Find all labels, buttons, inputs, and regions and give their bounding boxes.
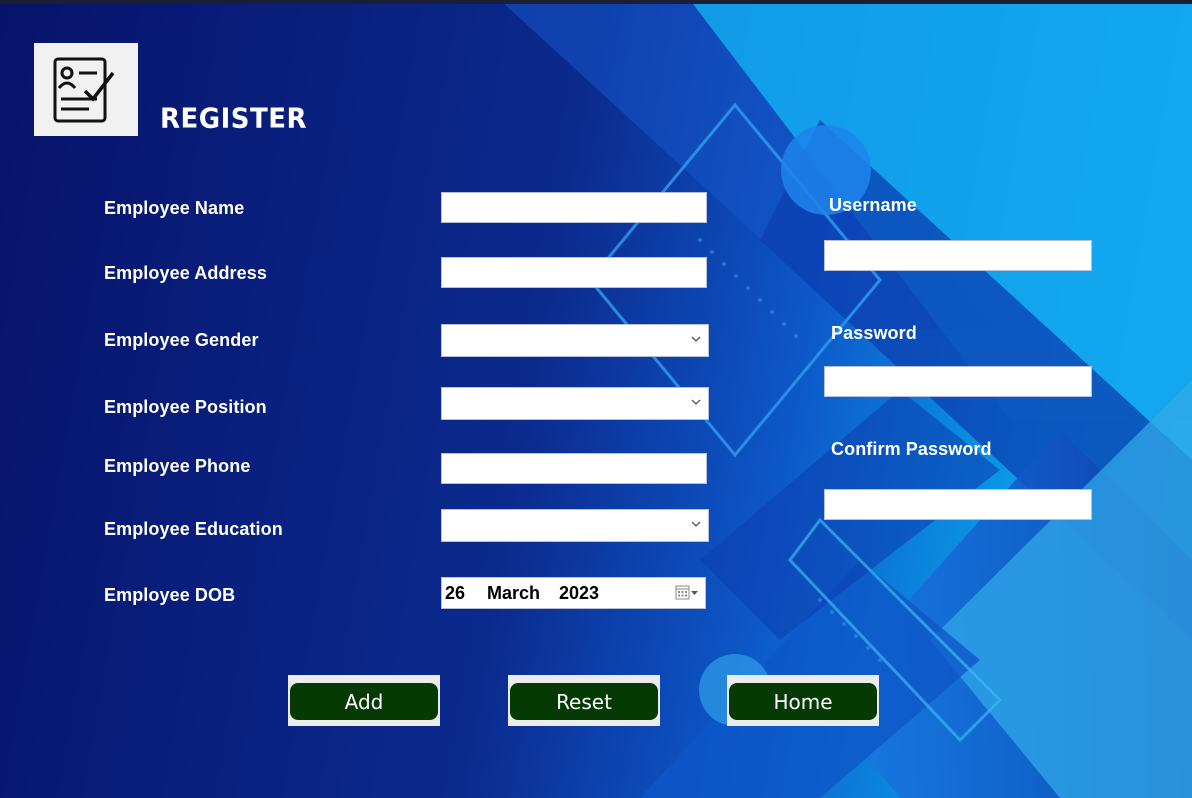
password-label: Password	[831, 323, 917, 343]
page-title: REGISTER	[160, 103, 308, 135]
employee-dob-picker[interactable]: 26 March 2023	[441, 577, 706, 609]
chevron-down-icon	[691, 336, 701, 342]
home-button-frame: Home	[727, 675, 879, 726]
add-button-frame: Add	[288, 675, 440, 726]
add-button[interactable]: Add	[290, 683, 438, 720]
username-label: Username	[829, 195, 917, 215]
employee-name-input[interactable]	[441, 192, 707, 223]
calendar-icon[interactable]	[675, 585, 699, 601]
employee-gender-select[interactable]	[441, 324, 709, 357]
employee-phone-label: Employee Phone	[104, 456, 251, 476]
reset-button[interactable]: Reset	[510, 683, 658, 720]
employee-address-label: Employee Address	[104, 263, 267, 283]
password-input[interactable]	[824, 366, 1092, 397]
employee-gender-label: Employee Gender	[104, 330, 259, 350]
employee-dob-label: Employee DOB	[104, 585, 236, 605]
confirm-password-input[interactable]	[824, 489, 1092, 520]
employee-phone-input[interactable]	[441, 453, 707, 484]
employee-position-label: Employee Position	[104, 397, 267, 417]
chevron-down-icon	[691, 399, 701, 405]
register-form-icon	[34, 43, 138, 136]
username-input[interactable]	[824, 240, 1092, 271]
confirm-password-label: Confirm Password	[831, 439, 992, 459]
employee-name-label: Employee Name	[104, 198, 245, 218]
employee-position-select[interactable]	[441, 387, 709, 420]
dob-day[interactable]: 26	[445, 583, 465, 604]
dob-month[interactable]: March	[487, 583, 540, 604]
employee-address-input[interactable]	[441, 257, 707, 288]
reset-button-frame: Reset	[508, 675, 660, 726]
employee-education-label: Employee Education	[104, 519, 283, 539]
chevron-down-icon	[691, 521, 701, 527]
employee-education-select[interactable]	[441, 509, 709, 542]
window-top-border	[0, 0, 1192, 4]
dob-year[interactable]: 2023	[559, 583, 599, 604]
home-button[interactable]: Home	[729, 683, 877, 720]
